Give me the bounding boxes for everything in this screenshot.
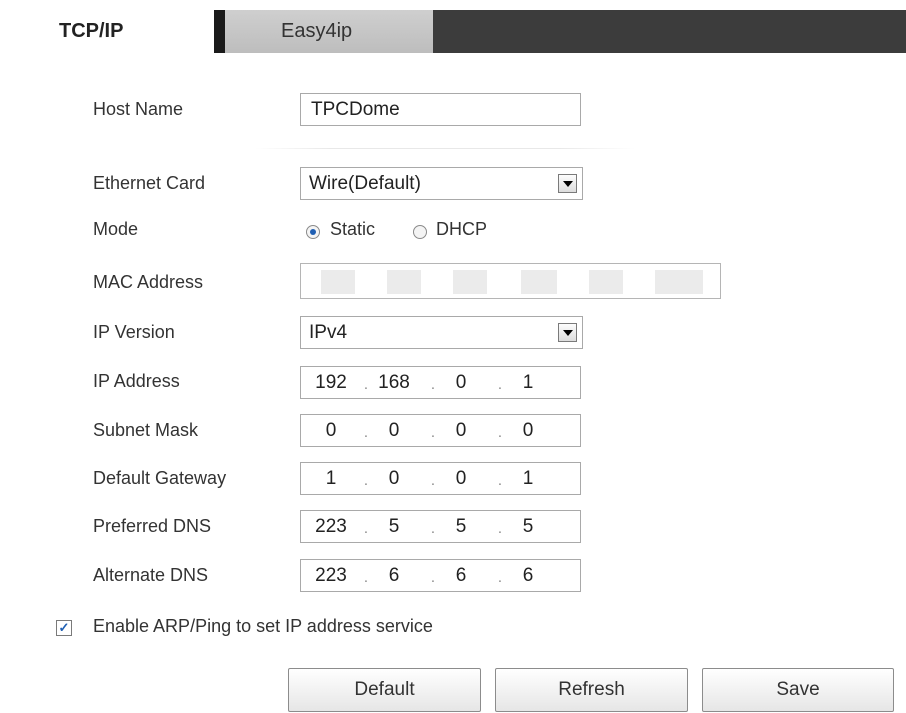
subnet-octet-1[interactable]: 0 [308,415,354,446]
tab-bar: TCP/IP Easy4ip [25,10,906,53]
static-radio[interactable] [306,225,320,239]
mac-redaction-block [453,270,487,294]
dhcp-radio[interactable] [413,225,427,239]
ip-octet-1[interactable]: 192 [308,367,354,398]
ethernet-card-label: Ethernet Card [93,173,206,193]
mac-redaction-block [387,270,421,294]
dhcp-radio-label: DHCP [436,219,488,239]
dropdown-arrow-icon[interactable] [558,174,577,193]
pdns-octet-1[interactable]: 223 [308,511,354,542]
gateway-octet-2[interactable]: 0 [371,463,417,494]
mac-redaction-block [589,270,623,294]
ip-octet-3[interactable]: 0 [438,367,484,398]
octet-dot: . [363,472,369,489]
ip-version-label: IP Version [93,322,175,342]
mac-address-label: MAC Address [93,272,204,292]
octet-dot: . [430,520,436,537]
dropdown-arrow-icon[interactable] [558,323,577,342]
octet-dot: . [363,376,369,393]
octet-dot: . [430,376,436,393]
subnet-octet-4[interactable]: 0 [505,415,551,446]
octet-dot: . [363,569,369,586]
pdns-octet-3[interactable]: 5 [438,511,484,542]
save-button[interactable]: Save [702,668,894,712]
octet-dot: . [363,424,369,441]
gateway-octet-1[interactable]: 1 [308,463,354,494]
pdns-octet-4[interactable]: 5 [505,511,551,542]
preferred-dns-input[interactable]: 223 . 5 . 5 . 5 [300,510,581,543]
octet-dot: . [497,520,503,537]
ethernet-card-value: Wire(Default) [309,173,421,194]
adns-octet-2[interactable]: 6 [371,560,417,591]
mode-label: Mode [93,219,139,239]
octet-dot: . [430,472,436,489]
subnet-octet-2[interactable]: 0 [371,415,417,446]
tab-tcpip[interactable]: TCP/IP [25,10,214,53]
preferred-dns-label: Preferred DNS [93,516,212,536]
arp-ping-label: Enable ARP/Ping to set IP address servic… [93,616,433,636]
checkmark-icon: ✓ [58,620,70,635]
octet-dot: . [497,569,503,586]
octet-dot: . [430,424,436,441]
host-name-input[interactable]: TPCDome [300,93,581,126]
ip-address-label: IP Address [93,371,180,391]
octet-dot: . [497,472,503,489]
default-gateway-label: Default Gateway [93,468,227,488]
ip-octet-4[interactable]: 1 [505,367,551,398]
alternate-dns-label: Alternate DNS [93,565,209,585]
alternate-dns-input[interactable]: 223 . 6 . 6 . 6 [300,559,581,592]
mac-redaction-block [521,270,557,294]
adns-octet-1[interactable]: 223 [308,560,354,591]
subnet-octet-3[interactable]: 0 [438,415,484,446]
octet-dot: . [497,424,503,441]
ethernet-card-select[interactable]: Wire(Default) [300,167,583,200]
section-divider [255,148,635,149]
ip-address-input[interactable]: 192 . 168 . 0 . 1 [300,366,581,399]
octet-dot: . [430,569,436,586]
default-button[interactable]: Default [288,668,481,712]
mac-redaction-block [321,270,355,294]
static-radio-label: Static [330,219,376,239]
ip-version-value: IPv4 [309,322,348,343]
ip-octet-2[interactable]: 168 [371,367,417,398]
mac-address-field [300,263,721,299]
default-gateway-input[interactable]: 1 . 0 . 0 . 1 [300,462,581,495]
host-name-label: Host Name [93,99,184,119]
ip-version-select[interactable]: IPv4 [300,316,583,349]
arp-ping-checkbox[interactable]: ✓ [56,620,72,636]
subnet-mask-label: Subnet Mask [93,420,199,440]
octet-dot: . [497,376,503,393]
adns-octet-3[interactable]: 6 [438,560,484,591]
gateway-octet-3[interactable]: 0 [438,463,484,494]
octet-dot: . [363,520,369,537]
tab-separator [214,10,225,53]
refresh-button[interactable]: Refresh [495,668,688,712]
tab-easy4ip[interactable]: Easy4ip [225,10,433,53]
subnet-mask-input[interactable]: 0 . 0 . 0 . 0 [300,414,581,447]
pdns-octet-2[interactable]: 5 [371,511,417,542]
mac-redaction-block [655,270,703,294]
gateway-octet-4[interactable]: 1 [505,463,551,494]
adns-octet-4[interactable]: 6 [505,560,551,591]
